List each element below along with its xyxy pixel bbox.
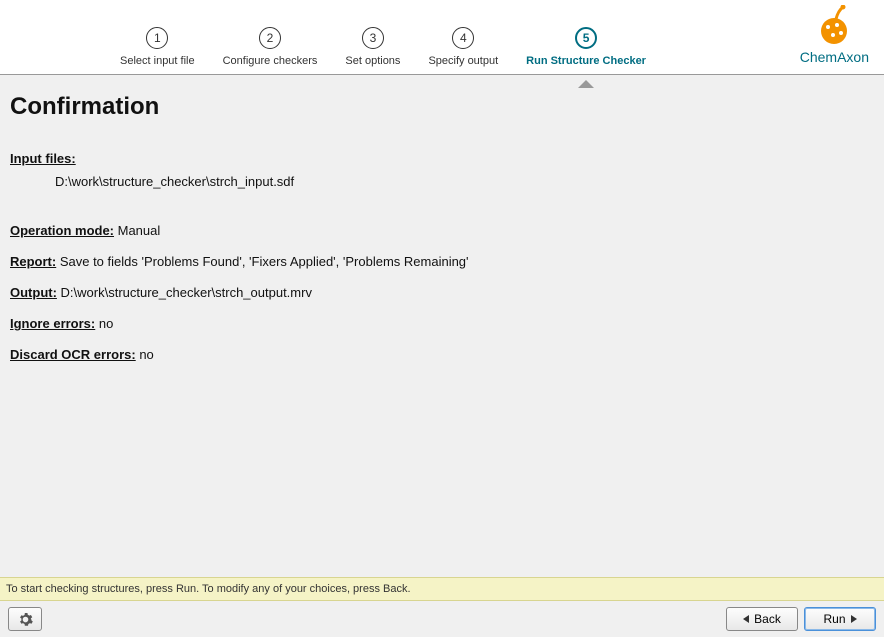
footer-bar: Back Run — [0, 601, 884, 637]
input-files-label: Input files: — [10, 151, 76, 166]
content-area: Confirmation Input files: D:\work\struct… — [0, 75, 884, 577]
operation-mode-field: Operation mode: Manual — [10, 223, 874, 238]
ignore-errors-value: no — [95, 316, 113, 331]
step-label: Run Structure Checker — [526, 55, 646, 67]
settings-button[interactable] — [8, 607, 42, 631]
output-label: Output: — [10, 285, 57, 300]
gear-icon — [18, 612, 33, 627]
input-files-value: D:\work\structure_checker\strch_input.sd… — [55, 174, 874, 189]
step-5-run-checker[interactable]: 5 Run Structure Checker — [526, 27, 646, 67]
wizard-header: 1 Select input file 2 Configure checkers… — [0, 0, 884, 75]
ignore-errors-field: Ignore errors: no — [10, 316, 874, 331]
page-title: Confirmation — [10, 93, 874, 121]
step-label: Select input file — [120, 55, 195, 67]
step-label: Set options — [345, 55, 400, 67]
report-value: Save to fields 'Problems Found', 'Fixers… — [56, 254, 468, 269]
brand-logo: ChemAxon — [800, 5, 869, 65]
report-field: Report: Save to fields 'Problems Found',… — [10, 254, 874, 269]
step-1-select-input[interactable]: 1 Select input file — [120, 27, 195, 67]
discard-ocr-label: Discard OCR errors: — [10, 347, 136, 362]
discard-ocr-value: no — [136, 347, 154, 362]
step-label: Specify output — [428, 55, 498, 67]
run-button[interactable]: Run — [804, 607, 876, 631]
back-button-label: Back — [754, 612, 781, 626]
chemaxon-icon — [813, 5, 855, 47]
run-button-label: Run — [823, 612, 845, 626]
wizard-steps: 1 Select input file 2 Configure checkers… — [120, 7, 646, 67]
output-value: D:\work\structure_checker\strch_output.m… — [57, 285, 312, 300]
step-number: 1 — [146, 27, 168, 49]
back-arrow-icon — [743, 615, 749, 623]
report-label: Report: — [10, 254, 56, 269]
step-2-configure-checkers[interactable]: 2 Configure checkers — [223, 27, 318, 67]
step-4-specify-output[interactable]: 4 Specify output — [428, 27, 498, 67]
discard-ocr-field: Discard OCR errors: no — [10, 347, 874, 362]
step-number: 2 — [259, 27, 281, 49]
input-files-field: Input files: D:\work\structure_checker\s… — [10, 151, 874, 189]
back-button[interactable]: Back — [726, 607, 798, 631]
output-field: Output: D:\work\structure_checker\strch_… — [10, 285, 874, 300]
hint-bar: To start checking structures, press Run.… — [0, 577, 884, 601]
step-label: Configure checkers — [223, 55, 318, 67]
operation-mode-value: Manual — [114, 223, 160, 238]
step-number: 3 — [362, 27, 384, 49]
run-arrow-icon — [851, 615, 857, 623]
brand-name: ChemAxon — [800, 49, 869, 65]
ignore-errors-label: Ignore errors: — [10, 316, 95, 331]
step-3-set-options[interactable]: 3 Set options — [345, 27, 400, 67]
operation-mode-label: Operation mode: — [10, 223, 114, 238]
step-number: 5 — [575, 27, 597, 49]
step-number: 4 — [452, 27, 474, 49]
